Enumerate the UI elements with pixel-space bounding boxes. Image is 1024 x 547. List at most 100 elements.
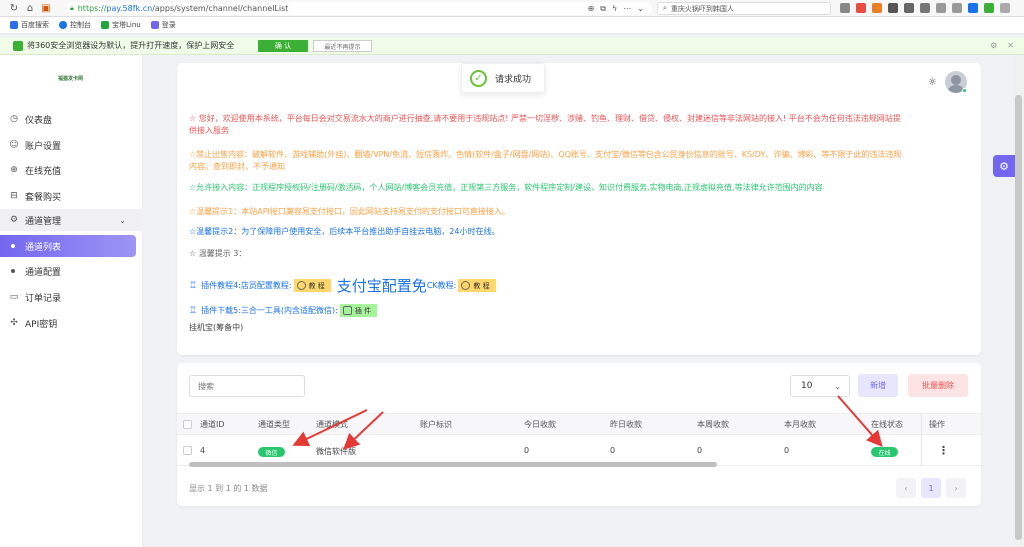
th-month[interactable]: 本月收款 xyxy=(784,419,816,430)
th-week[interactable]: 本周收款 xyxy=(697,419,729,430)
dot-icon xyxy=(11,244,15,248)
sidebar-item-account[interactable]: ☺ 账户设置 xyxy=(0,134,143,156)
sidebar-item-label: 通道管理 xyxy=(25,216,62,227)
zoom-icon[interactable]: ⊕ xyxy=(588,4,595,14)
sidebar-item-orders[interactable]: ▭ 订单记录 xyxy=(0,286,143,308)
table-horizontal-scrollbar[interactable] xyxy=(189,462,717,467)
ext-blue-icon[interactable] xyxy=(968,3,978,13)
th-status[interactable]: 在线状态 xyxy=(871,419,903,430)
sidebar-item-dashboard[interactable]: ◷ 仪表盘 xyxy=(0,108,143,130)
row-checkbox[interactable] xyxy=(183,446,192,455)
chevron-down-icon: ⌄ xyxy=(834,381,841,391)
prev-page-button[interactable]: ‹ xyxy=(896,478,916,498)
ext-360-icon[interactable] xyxy=(984,3,994,13)
notice-line-3: ☆允许接入内容：正规程序授权码/注册码/激活码，个人网站/博客会员充值，正规第三… xyxy=(189,183,823,192)
bookmark-login[interactable]: 登录 xyxy=(150,20,176,30)
th-mode[interactable]: 通道模式 xyxy=(316,419,348,430)
sidebar-item-package[interactable]: ⊟ 套餐购买 xyxy=(0,185,143,207)
sidebar-item-api-key[interactable]: ✣ API密钥 xyxy=(0,312,143,334)
shield-icon xyxy=(13,40,23,51)
default-browser-notice: 将360安全浏览器设为默认，提升打开速度，保护上网安全 确 认 最近不再提示 ⚙… xyxy=(0,37,1024,55)
th-actions: 操作 xyxy=(929,420,945,429)
tutorial-button[interactable]: 教 程 xyxy=(293,279,331,292)
download-icon[interactable] xyxy=(936,3,946,13)
th-today[interactable]: 今日收款 xyxy=(524,419,556,430)
settings-icon[interactable]: ⚙ xyxy=(990,41,997,50)
alipay-config-link[interactable]: 支付宝配置免 xyxy=(337,275,427,296)
th-id[interactable]: 通道ID xyxy=(200,419,225,430)
scissors-icon[interactable] xyxy=(840,3,850,13)
plugin-download-row: ♖ 插件下载5:三合一工具(内含适配微信): 插 件 xyxy=(189,304,378,317)
bookmark-label: 登录 xyxy=(161,21,176,29)
status-badge: 在线 xyxy=(871,447,898,457)
dropdown-icon[interactable]: ⌄ xyxy=(637,4,644,14)
browser-search-box[interactable]: ⌕ 重庆火锅吓到韩国人 xyxy=(657,2,831,15)
gear-icon: ⚙ xyxy=(9,215,19,225)
ext-orange-icon[interactable] xyxy=(872,3,882,13)
page-scrollbar-thumb[interactable] xyxy=(1015,95,1022,540)
page-size-select[interactable]: 10 ⌄ xyxy=(790,375,850,397)
login-icon xyxy=(150,21,159,29)
address-bar[interactable]: 🔒︎ https:// pay.58fk.cn /apps/system/cha… xyxy=(66,2,652,15)
url-path: /apps/system/channel/channelList xyxy=(152,4,289,13)
undo-icon[interactable] xyxy=(952,3,962,13)
menu-icon[interactable] xyxy=(1000,3,1010,13)
bookmark-label: 宝塔Linu xyxy=(112,21,141,29)
th-type[interactable]: 通道类型 xyxy=(258,419,290,430)
batch-delete-button[interactable]: 批量删除 xyxy=(908,374,968,397)
sidebar-item-label: 套餐购买 xyxy=(25,192,62,203)
sidebar-item-recharge[interactable]: ⊕ 在线充值 xyxy=(0,159,143,181)
reload-icon[interactable]: ↻ xyxy=(8,2,20,14)
notice-line-1: ☆ 您好，欢迎使用本系统，平台每日会对交易流水大的商户进行抽查,请不要用于违规站… xyxy=(189,114,901,123)
browser-toolbar: ↻ ⌂ ▣ 🔒︎ https:// pay.58fk.cn /apps/syst… xyxy=(0,0,1024,17)
translate-icon[interactable]: ⧉ xyxy=(600,4,606,14)
cell-mode: 微信软件版 xyxy=(316,447,356,456)
th-yesterday[interactable]: 昨日收款 xyxy=(610,419,642,430)
notice-line-6: ☆ 温馨提示 3： xyxy=(189,249,247,258)
sidebar-item-label: 在线充值 xyxy=(25,166,62,177)
dot-icon xyxy=(11,269,15,273)
box-icon xyxy=(342,306,352,315)
more-icon[interactable]: ⋯ xyxy=(623,4,631,14)
flash-icon[interactable]: ϟ xyxy=(612,4,617,14)
sidebar-item-label: 通道列表 xyxy=(25,242,62,253)
bookmark-baidu[interactable]: 百度搜索 xyxy=(10,20,49,30)
online-status-dot xyxy=(962,88,967,93)
page-1-button[interactable]: 1 xyxy=(921,478,941,498)
notice-confirm-button[interactable]: 确 认 xyxy=(258,40,308,52)
search-input[interactable] xyxy=(189,375,305,397)
console-icon xyxy=(59,21,67,29)
bookmark-console[interactable]: 控制台 xyxy=(59,20,91,30)
actions-column-divider xyxy=(921,413,922,466)
sidebar-item-label: 账户设置 xyxy=(25,141,62,152)
th-account[interactable]: 账户标识 xyxy=(420,419,452,430)
notice-dismiss-button[interactable]: 最近不再提示 xyxy=(313,40,372,52)
home-icon[interactable]: ⌂ xyxy=(24,2,36,14)
ext-red-icon[interactable] xyxy=(856,3,866,13)
bookmark-bt[interactable]: 宝塔Linu xyxy=(101,20,141,30)
select-all-checkbox[interactable] xyxy=(183,420,192,429)
sun-icon[interactable]: ☼ xyxy=(928,77,937,88)
ck-tutorial-button[interactable]: 教 程 xyxy=(458,279,496,292)
sidebar-item-channel-config[interactable]: 通道配置 xyxy=(0,260,143,282)
close-icon[interactable]: ✕ xyxy=(1007,41,1014,50)
url-prefix: https:// xyxy=(77,4,107,13)
ext-box-icon[interactable] xyxy=(888,3,898,13)
settings-gear-icon[interactable]: ⚙ xyxy=(993,155,1015,177)
recharge-icon: ⊕ xyxy=(10,165,18,175)
pagination-info: 显示 1 到 1 的 1 数据 xyxy=(189,484,268,493)
add-button[interactable]: 新增 xyxy=(858,374,898,397)
puzzle-icon[interactable] xyxy=(920,3,930,13)
user-icon: ☺ xyxy=(9,140,19,150)
next-page-button[interactable]: › xyxy=(946,478,966,498)
ext-screenshot-icon[interactable] xyxy=(904,3,914,13)
sidebar-item-channel-manage[interactable]: ⚙ 通道管理 ⌄ xyxy=(0,209,143,231)
bookmark-label: 百度搜索 xyxy=(21,21,49,29)
question-icon xyxy=(461,281,471,290)
more-vertical-icon[interactable]: ⋮ xyxy=(938,444,949,457)
plugin-button[interactable]: 插 件 xyxy=(339,304,378,317)
hang-text: 挂机宝(筹备中) xyxy=(189,323,244,332)
tutorial-button-label: 教 程 xyxy=(308,281,325,290)
sidebar-item-channel-list[interactable]: 通道列表 xyxy=(0,235,136,257)
extension-icon[interactable]: ▣ xyxy=(40,2,52,14)
